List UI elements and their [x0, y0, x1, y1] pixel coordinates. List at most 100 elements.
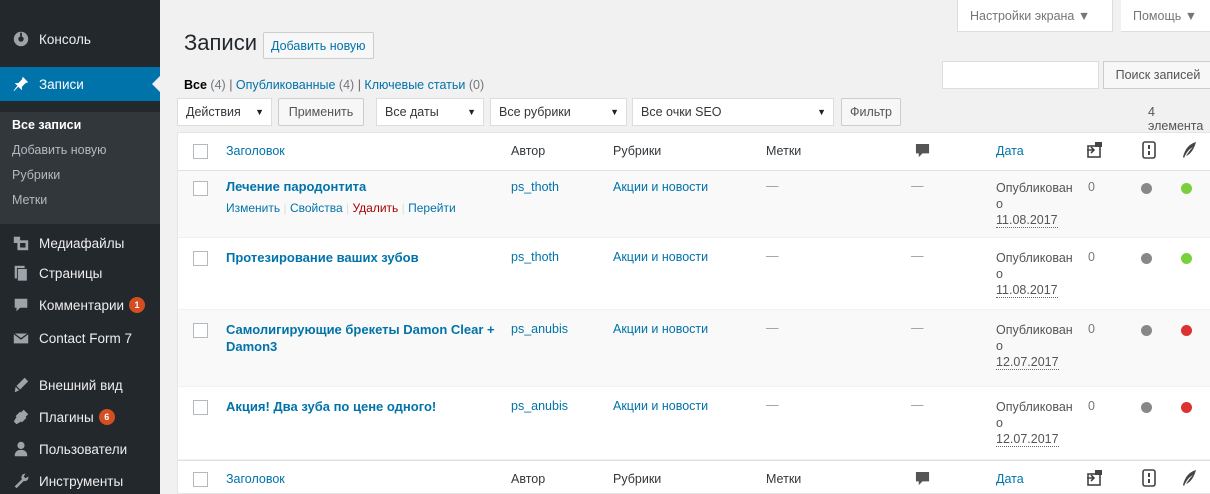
readability-score-dot — [1181, 325, 1192, 336]
post-status-suffix: о — [996, 267, 1003, 281]
post-title-link[interactable]: Самолигирующие брекеты Damon Clear + — [226, 321, 506, 338]
posts-table: Заголовок Автор Рубрики Метки Дата Лечен… — [177, 132, 1210, 494]
action-separator: | — [283, 201, 287, 215]
menu-item-contact-form[interactable]: Contact Form 7 — [0, 321, 160, 355]
chevron-down-icon: ▼ — [610, 107, 619, 117]
seo-score-dot — [1141, 402, 1152, 413]
filter-button[interactable]: Фильтр — [841, 98, 901, 126]
seo-score-filter-select[interactable]: Все очки SEO ▼ — [632, 98, 834, 126]
post-title-link[interactable]: Лечение пародонтита — [226, 178, 366, 195]
select-all-checkbox[interactable] — [193, 144, 208, 159]
filter-published-link[interactable]: Опубликованные — [236, 78, 336, 92]
status-filter-links: Все (4) | Опубликованные (4) | Ключевые … — [184, 78, 484, 92]
bulk-actions-select[interactable]: Действия ▼ — [177, 98, 272, 126]
items-count: 4 элемента — [1148, 105, 1204, 133]
menu-label: Записи — [39, 76, 84, 92]
submenu-add-new[interactable]: Добавить новую — [12, 143, 107, 157]
author-link[interactable]: ps_thoth — [511, 180, 559, 194]
admin-sidebar: Консоль Записи Все записи Добавить новую… — [0, 0, 160, 494]
menu-item-users[interactable]: Пользователи — [0, 432, 160, 466]
menu-item-pages[interactable]: Страницы — [0, 256, 160, 290]
menu-label: Консоль — [39, 31, 91, 47]
comment-bubble-icon[interactable] — [915, 143, 930, 158]
column-categories: Рубрики — [613, 144, 662, 158]
add-new-post-button[interactable]: Добавить новую — [263, 32, 374, 59]
seo-score-filter-value: Все очки SEO — [641, 105, 722, 119]
column-date-sort[interactable]: Дата — [996, 472, 1024, 486]
row-checkbox[interactable] — [193, 251, 208, 266]
post-date-value: 11.08.2017 — [996, 213, 1058, 228]
appearance-icon — [9, 376, 33, 394]
category-link[interactable]: Акции и новости — [613, 180, 708, 194]
post-date: Опубликован о 12.07.2017 — [996, 399, 1073, 447]
post-title-link[interactable]: Акция! Два зуба по цене одного! — [226, 398, 436, 415]
pin-icon — [9, 75, 33, 93]
author-link[interactable]: ps_thoth — [511, 250, 559, 264]
quick-edit-link[interactable]: Свойства — [290, 201, 343, 215]
submenu-categories[interactable]: Рубрики — [12, 168, 60, 182]
column-categories: Рубрики — [613, 472, 662, 486]
category-link[interactable]: Акции и новости — [613, 322, 708, 336]
menu-item-tools[interactable]: Инструменты — [0, 464, 160, 494]
apply-button[interactable]: Применить — [278, 98, 364, 126]
filter-cornerstone-link[interactable]: Ключевые статьи — [364, 78, 465, 92]
pages-icon — [9, 264, 33, 282]
outgoing-links-icon — [1085, 469, 1103, 487]
menu-item-comments[interactable]: Комментарии 1 — [0, 288, 160, 322]
menu-item-appearance[interactable]: Внешний вид — [0, 368, 160, 402]
screen-options-tab[interactable]: Настройки экрана ▼ — [957, 0, 1113, 32]
row-checkbox[interactable] — [193, 181, 208, 196]
search-posts-input[interactable] — [942, 61, 1099, 89]
help-tab[interactable]: Помощь ▼ — [1121, 0, 1210, 32]
trash-link[interactable]: Удалить — [352, 201, 398, 215]
post-title-link[interactable]: Протезирование ваших зубов — [226, 249, 419, 266]
filter-separator: | — [357, 78, 361, 92]
media-icon — [9, 234, 33, 252]
menu-item-posts[interactable]: Записи — [0, 67, 160, 101]
menu-item-media[interactable]: Медиафайлы — [0, 226, 160, 260]
view-link[interactable]: Перейти — [408, 201, 456, 215]
post-date: Опубликован о 12.07.2017 — [996, 322, 1073, 370]
select-all-checkbox[interactable] — [193, 472, 208, 487]
links-count: 0 — [1088, 322, 1095, 336]
menu-label: Пользователи — [39, 441, 128, 457]
filter-all-link[interactable]: Все — [184, 78, 207, 92]
column-title-sort[interactable]: Заголовок — [226, 144, 285, 158]
row-checkbox[interactable] — [193, 323, 208, 338]
search-posts-button[interactable]: Поиск записей — [1103, 61, 1210, 89]
category-link[interactable]: Акции и новости — [613, 250, 708, 264]
submenu-tags[interactable]: Метки — [12, 193, 47, 207]
post-title: Самолигирующие брекеты Damon Clear + Dam… — [226, 321, 506, 355]
action-separator: | — [401, 201, 405, 215]
author-link[interactable]: ps_anubis — [511, 322, 568, 336]
tags-empty: — — [766, 249, 779, 263]
comment-bubble-icon[interactable] — [915, 471, 930, 486]
chevron-down-icon: ▼ — [817, 107, 826, 117]
dashboard-icon — [9, 30, 33, 48]
bulk-actions-value: Действия — [186, 105, 241, 119]
menu-item-dashboard[interactable]: Консоль — [0, 22, 160, 56]
main-content: Настройки экрана ▼ Помощь ▼ Записи Добав… — [160, 0, 1210, 494]
column-tags: Метки — [766, 144, 802, 158]
column-title-sort[interactable]: Заголовок — [226, 472, 285, 486]
tools-icon — [9, 472, 33, 490]
chevron-down-icon: ▼ — [255, 107, 264, 117]
author-link[interactable]: ps_anubis — [511, 399, 568, 413]
post-title-link-cont[interactable]: Damon3 — [226, 338, 506, 355]
column-author: Автор — [511, 472, 546, 486]
submenu-all-posts[interactable]: Все записи — [12, 118, 81, 132]
category-link[interactable]: Акции и новости — [613, 399, 708, 413]
comments-count-badge: 1 — [129, 297, 146, 313]
links-count: 0 — [1088, 250, 1095, 264]
action-separator: | — [346, 201, 350, 215]
row-checkbox[interactable] — [193, 400, 208, 415]
chevron-down-icon: ▼ — [467, 107, 476, 117]
menu-item-plugins[interactable]: Плагины 6 — [0, 400, 160, 434]
seo-score-dot — [1141, 253, 1152, 264]
categories-filter-select[interactable]: Все рубрики ▼ — [490, 98, 627, 126]
edit-link[interactable]: Изменить — [226, 201, 280, 215]
column-date-sort[interactable]: Дата — [996, 144, 1024, 158]
filter-all-count: (4) — [210, 78, 226, 92]
readability-score-dot — [1181, 253, 1192, 264]
dates-filter-select[interactable]: Все даты ▼ — [376, 98, 484, 126]
